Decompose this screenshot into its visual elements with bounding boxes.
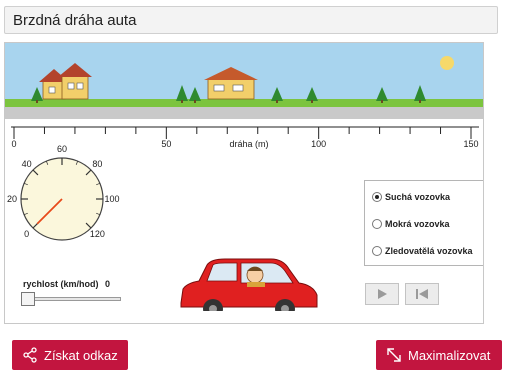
reset-button[interactable] (405, 283, 439, 305)
get-link-button[interactable]: Získat odkaz (12, 340, 128, 370)
ruler-tick-label: 150 (463, 139, 479, 149)
speedometer-label: 20 (6, 194, 18, 204)
radio-circle-icy[interactable] (372, 246, 382, 256)
play-button[interactable] (365, 283, 399, 305)
page-title: Brzdná dráha auta (13, 12, 137, 29)
radio-dry-road[interactable]: Suchá vozovka (372, 190, 450, 204)
play-icon (378, 289, 387, 299)
distance-ruler (11, 126, 479, 139)
speed-slider-thumb[interactable] (21, 292, 35, 306)
speedometer-label: 40 (21, 158, 32, 169)
get-link-label: Získat odkaz (44, 347, 118, 363)
ruler-tick-label: 0 (11, 139, 17, 149)
ruler-tick-label: 100 (311, 139, 327, 149)
maximize-icon (387, 348, 401, 362)
speed-slider-track[interactable] (21, 297, 121, 301)
simulation-applet: dráha (m) rychlost (km/hod) 0 Suchá vozo… (4, 42, 484, 324)
reset-icon (416, 289, 428, 299)
speedometer-label: 80 (92, 158, 103, 169)
maximize-button[interactable]: Maximalizovat (376, 340, 502, 370)
radio-label-wet[interactable]: Mokrá vozovka (385, 219, 450, 229)
speedometer-label: 120 (89, 229, 105, 240)
speed-value: 0 (105, 279, 111, 289)
maximize-label: Maximalizovat (408, 347, 491, 363)
radio-label-dry[interactable]: Suchá vozovka (385, 192, 450, 202)
speedometer-label: 0 (24, 229, 30, 240)
ruler-tick-label: 50 (161, 139, 172, 149)
radio-circle-dry[interactable] (372, 192, 382, 202)
radio-wet-road[interactable]: Mokrá vozovka (372, 217, 450, 231)
radio-label-icy[interactable]: Zledovatělá vozovka (385, 246, 473, 256)
share-icon (23, 347, 37, 363)
speed-slider[interactable] (21, 292, 121, 306)
surface-panel: Suchá vozovka Mokrá vozovka Zledovatělá … (364, 180, 483, 266)
radio-icy-road[interactable]: Zledovatělá vozovka (372, 244, 473, 258)
speedometer-label: 100 (104, 194, 120, 204)
speed-caption-label: rychlost (km/hod) (23, 279, 99, 289)
radio-circle-wet[interactable] (372, 219, 382, 229)
title-bar: Brzdná dráha auta (4, 6, 498, 34)
speedometer-label: 60 (56, 144, 68, 154)
speed-caption: rychlost (km/hod) 0 (23, 279, 110, 289)
car-illustration (175, 258, 325, 323)
ruler-axis-label: dráha (m) (229, 139, 269, 149)
